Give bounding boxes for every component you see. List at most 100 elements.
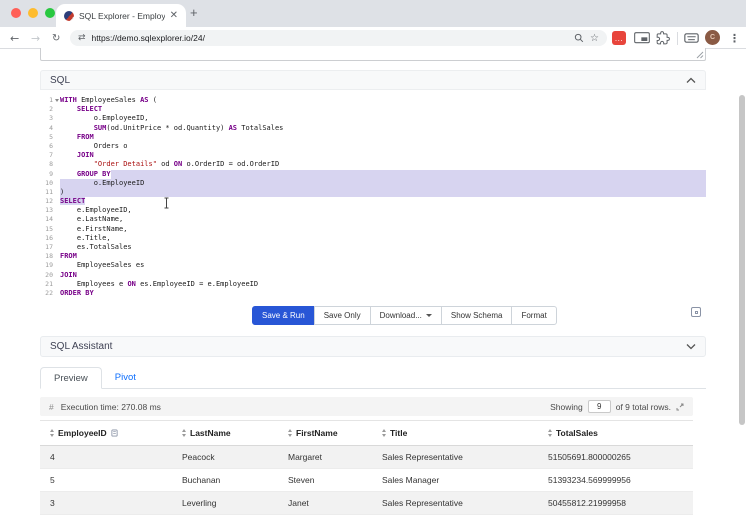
sort-icon[interactable] xyxy=(182,429,186,437)
profile-avatar[interactable]: C xyxy=(705,30,720,45)
search-zoom-icon[interactable] xyxy=(574,33,584,43)
reload-icon[interactable]: ↻ xyxy=(52,27,60,49)
sql-code-editor[interactable]: 1 WITH EmployeeSales AS (2 SELECT3 o.Empl… xyxy=(40,90,706,302)
new-tab-button[interactable]: + xyxy=(190,5,198,20)
code-line[interactable]: 7 JOIN xyxy=(40,151,706,160)
line-number: 21 xyxy=(40,280,53,289)
save-only-button[interactable]: Save Only xyxy=(314,306,371,325)
sql-assistant-panel[interactable]: SQL Assistant xyxy=(40,336,706,357)
tab-close-icon[interactable]: ✕ xyxy=(170,11,178,21)
show-schema-button[interactable]: Show Schema xyxy=(441,306,513,325)
sql-panel-title: SQL xyxy=(50,75,70,86)
code-line[interactable]: 22ORDER BY xyxy=(40,289,706,298)
zoom-window-button[interactable] xyxy=(45,8,55,18)
code-line[interactable]: 12SELECT xyxy=(40,197,706,206)
sort-icon[interactable] xyxy=(382,429,386,437)
code-line[interactable]: 5 FROM xyxy=(40,133,706,142)
code-text: FROM xyxy=(60,133,94,142)
code-line[interactable]: 20JOIN xyxy=(40,271,706,280)
code-line[interactable]: 14 e.LastName, xyxy=(40,215,706,224)
code-text: WITH EmployeeSales AS ( xyxy=(60,96,157,105)
keyboard-icon[interactable] xyxy=(684,33,699,43)
code-text: JOIN xyxy=(60,271,77,280)
page-size-input[interactable] xyxy=(588,400,611,413)
download-button[interactable]: Download... xyxy=(370,306,442,325)
code-text: SELECT xyxy=(60,197,85,206)
code-text: SELECT xyxy=(60,105,102,114)
forward-icon[interactable]: → xyxy=(31,27,40,49)
sql-panel-header[interactable]: SQL xyxy=(40,70,706,90)
browser-tab[interactable]: SQL Explorer - Employee sale ✕ xyxy=(56,4,186,27)
table-row[interactable]: 4PeacockMargaretSales Representative5150… xyxy=(40,446,693,469)
code-line[interactable]: 6 Orders o xyxy=(40,142,706,151)
sort-icon[interactable] xyxy=(50,429,54,437)
fold-gutter xyxy=(53,179,60,188)
tab-pivot[interactable]: Pivot xyxy=(102,366,149,388)
fold-gutter xyxy=(53,151,60,160)
minimize-window-button[interactable] xyxy=(28,8,38,18)
column-header-title[interactable]: Title xyxy=(372,428,538,438)
address-bar[interactable]: ⇄ https://demo.sqlexplorer.io/24/ ☆ xyxy=(70,30,607,46)
code-line[interactable]: 15 e.FirstName, xyxy=(40,225,706,234)
bookmark-star-icon[interactable]: ☆ xyxy=(590,33,599,44)
column-header-firstname[interactable]: FirstName xyxy=(278,428,372,438)
collapse-chevron-up-icon[interactable] xyxy=(686,77,696,84)
line-number: 3 xyxy=(40,114,53,123)
filter-icon[interactable] xyxy=(111,429,118,437)
fold-gutter xyxy=(53,261,60,270)
sort-icon[interactable] xyxy=(548,429,552,437)
picture-in-picture-icon[interactable] xyxy=(634,32,650,44)
extensions-puzzle-icon[interactable] xyxy=(656,31,670,45)
code-line[interactable]: 21 Employees e ON es.EmployeeID = e.Empl… xyxy=(40,280,706,289)
fold-gutter xyxy=(53,188,60,197)
results-table-header: EmployeeIDLastNameFirstNameTitleTotalSal… xyxy=(40,420,693,446)
site-settings-icon[interactable]: ⇄ xyxy=(78,33,86,43)
expand-results-icon[interactable] xyxy=(676,403,684,411)
expand-chevron-down-icon[interactable] xyxy=(686,343,696,350)
code-line[interactable]: 4 SUM(od.UnitPrice * od.Quantity) AS Tot… xyxy=(40,124,706,133)
code-line[interactable]: 1 WITH EmployeeSales AS ( xyxy=(40,96,706,105)
code-line[interactable]: 16 e.Title, xyxy=(40,234,706,243)
code-line[interactable]: 10 o.EmployeeID xyxy=(40,179,706,188)
fold-gutter xyxy=(53,280,60,289)
code-line[interactable]: 8 "Order Details" od ON o.OrderID = od.O… xyxy=(40,160,706,169)
url-text[interactable]: https://demo.sqlexplorer.io/24/ xyxy=(92,33,568,43)
code-line[interactable]: 17 es.TotalSales xyxy=(40,243,706,252)
code-line[interactable]: 3 o.EmployeeID, xyxy=(40,114,706,123)
browser-menu-icon[interactable]: ⋮ xyxy=(729,27,740,49)
showing-label: Showing xyxy=(550,402,583,412)
textarea-resize-handle[interactable] xyxy=(696,51,704,59)
code-line[interactable]: 18FROM xyxy=(40,252,706,261)
column-header-lastname[interactable]: LastName xyxy=(172,428,278,438)
description-textarea-bottom[interactable] xyxy=(40,48,706,61)
table-cell: Peacock xyxy=(172,452,278,462)
column-header-employeeid[interactable]: EmployeeID xyxy=(40,428,172,438)
adblock-extension-icon[interactable]: ... xyxy=(612,31,626,45)
caret-down-icon xyxy=(426,314,432,317)
fold-gutter xyxy=(53,252,60,261)
line-number: 1 xyxy=(40,96,53,105)
browser-toolbar: ← → ↻ ⇄ https://demo.sqlexplorer.io/24/ … xyxy=(0,27,746,49)
save-and-run-button[interactable]: Save & Run xyxy=(252,306,315,325)
code-line[interactable]: 13 e.EmployeeID, xyxy=(40,206,706,215)
total-rows-label: of 9 total rows. xyxy=(616,402,671,412)
code-line[interactable]: 2 SELECT xyxy=(40,105,706,114)
fold-gutter xyxy=(53,124,60,133)
fold-gutter xyxy=(53,142,60,151)
fold-chevron-icon[interactable] xyxy=(53,96,60,105)
code-line[interactable]: 19 EmployeeSales es xyxy=(40,261,706,270)
close-window-button[interactable] xyxy=(11,8,21,18)
code-line[interactable]: 9 GROUP BY xyxy=(40,170,706,179)
code-line[interactable]: 11) xyxy=(40,188,706,197)
table-row[interactable]: 3LeverlingJanetSales Representative50455… xyxy=(40,492,693,515)
format-button[interactable]: Format xyxy=(511,306,556,325)
column-header-totalsales[interactable]: TotalSales xyxy=(538,428,693,438)
back-icon[interactable]: ← xyxy=(10,27,19,49)
page-scrollbar-thumb[interactable] xyxy=(739,95,745,425)
fullscreen-editor-icon[interactable] xyxy=(691,307,701,317)
fold-gutter xyxy=(53,160,60,169)
sort-icon[interactable] xyxy=(288,429,292,437)
table-row[interactable]: 5BuchananStevenSales Manager51393234.569… xyxy=(40,469,693,492)
sql-assistant-title: SQL Assistant xyxy=(50,341,112,352)
tab-preview[interactable]: Preview xyxy=(40,367,102,389)
